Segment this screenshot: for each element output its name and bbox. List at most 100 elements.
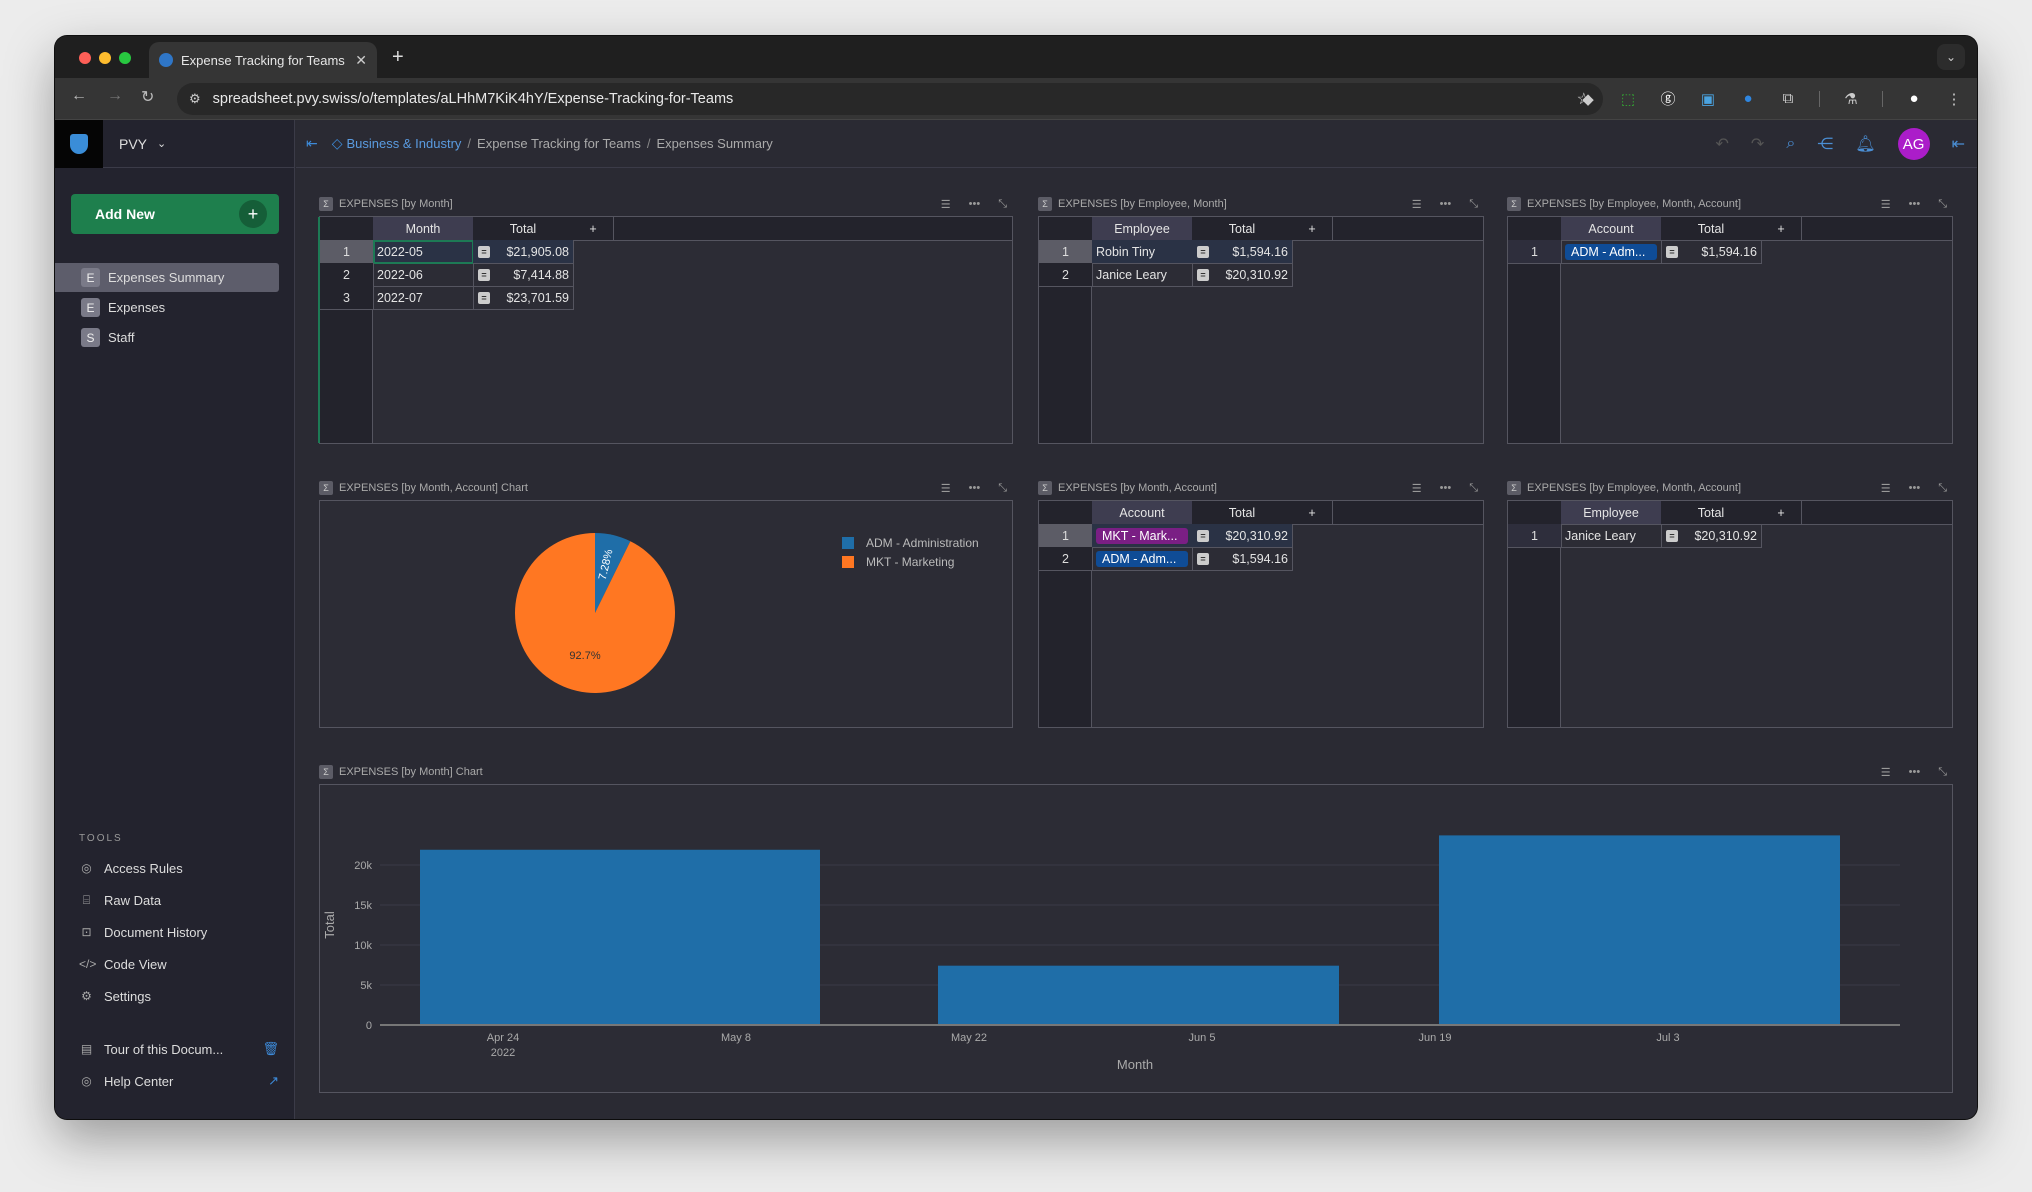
expand-icon[interactable]: ⤡ — [998, 482, 1007, 495]
row-number[interactable]: 1 — [1039, 524, 1093, 548]
cell-total[interactable]: = $1,594.16 — [1192, 240, 1293, 264]
help-center-link[interactable]: ◎ Help Center ↗ — [79, 1065, 279, 1097]
new-tab-button[interactable]: + — [392, 46, 404, 69]
page-item-expenses-summary[interactable]: E Expenses Summary — [55, 263, 279, 292]
column-header-employee[interactable]: Employee — [1561, 501, 1662, 525]
reload-icon[interactable]: ↻ — [141, 87, 154, 107]
cell-total[interactable]: = $20,310.92 — [1192, 263, 1293, 287]
cell-employee[interactable]: Janice Leary — [1561, 524, 1662, 548]
row-number[interactable]: 2 — [1039, 263, 1093, 287]
add-column-button[interactable]: + — [1761, 501, 1802, 525]
row-number[interactable]: 1 — [1508, 240, 1562, 264]
cell-account[interactable]: ADM - Adm... — [1092, 547, 1193, 571]
page-item-expenses[interactable]: E Expenses — [55, 293, 279, 322]
add-new-button[interactable]: Add New + — [71, 194, 279, 234]
add-column-button[interactable]: + — [1292, 501, 1333, 525]
cell-employee[interactable]: Janice Leary — [1092, 263, 1193, 287]
avatar[interactable]: AG — [1897, 128, 1930, 160]
profile-icon[interactable]: ● — [1905, 90, 1923, 107]
close-window-button[interactable] — [79, 52, 91, 64]
sort-filter-icon[interactable]: ☰ — [1412, 482, 1422, 495]
address-bar[interactable]: ⚙ spreadsheet.pvy.swiss/o/templates/aLHh… — [177, 83, 1603, 115]
tab-search-button[interactable]: ⌄ — [1937, 44, 1965, 70]
corner-cell[interactable] — [1508, 501, 1562, 525]
extension-diamond-icon[interactable]: ◆ — [1579, 90, 1597, 108]
expand-icon[interactable]: ⤡ — [1938, 482, 1947, 495]
extension-camera-icon[interactable]: ▣ — [1699, 90, 1717, 108]
org-switcher[interactable]: PVY ⌄ — [119, 136, 166, 152]
cell-total[interactable]: = $1,594.16 — [1661, 240, 1762, 264]
column-header-employee[interactable]: Employee — [1092, 217, 1193, 241]
close-tab-icon[interactable]: ✕ — [355, 52, 367, 69]
tool-code-view[interactable]: </> Code View — [79, 948, 279, 980]
row-number[interactable]: 2 — [320, 263, 374, 287]
add-column-button[interactable]: + — [1761, 217, 1802, 241]
extension-screenshot-icon[interactable]: ⬚ — [1619, 90, 1637, 108]
tool-raw-data[interactable]: ⌸ Raw Data — [79, 884, 279, 916]
page-item-staff[interactable]: S Staff — [55, 323, 279, 352]
cell-month[interactable]: 2022-07 — [373, 286, 474, 310]
column-header-total[interactable]: Total — [1192, 217, 1293, 241]
back-icon[interactable]: ← — [71, 87, 87, 105]
trash-icon[interactable]: 🗑 — [262, 1041, 279, 1057]
row-number[interactable]: 1 — [1508, 524, 1562, 548]
cell-total[interactable]: = $20,310.92 — [1192, 524, 1293, 548]
cell-account[interactable]: MKT - Mark... — [1092, 524, 1193, 548]
cell-account[interactable]: ADM - Adm... — [1561, 240, 1662, 264]
column-header-account[interactable]: Account — [1092, 501, 1193, 525]
table-grid[interactable]: Account Total + 1 MKT - Mark... = $20,310… — [1038, 500, 1484, 728]
search-icon[interactable]: ⌕ — [1786, 135, 1795, 153]
collapse-right-panel-icon[interactable]: ⇤ — [1952, 134, 1965, 154]
corner-cell[interactable] — [1039, 501, 1093, 525]
row-number[interactable]: 1 — [1039, 240, 1093, 264]
breadcrumb-document[interactable]: Expense Tracking for Teams — [477, 136, 641, 151]
more-options-icon[interactable]: ••• — [1909, 766, 1921, 779]
more-options-icon[interactable]: ••• — [1909, 198, 1921, 211]
browser-menu-icon[interactable]: ⋮ — [1945, 90, 1963, 108]
expand-icon[interactable]: ⤡ — [1938, 766, 1947, 779]
sort-filter-icon[interactable]: ☰ — [941, 482, 951, 495]
labs-flask-icon[interactable]: ⚗ — [1842, 90, 1860, 108]
sort-filter-icon[interactable]: ☰ — [941, 198, 951, 211]
corner-cell[interactable] — [1508, 217, 1562, 241]
tool-settings[interactable]: ⚙ Settings — [79, 980, 279, 1012]
undo-icon[interactable]: ↶ — [1716, 134, 1729, 154]
row-number[interactable]: 2 — [1039, 547, 1093, 571]
expand-icon[interactable]: ⤡ — [1469, 198, 1478, 211]
tour-link[interactable]: ▤ Tour of this Docum... 🗑 — [79, 1033, 279, 1065]
sort-filter-icon[interactable]: ☰ — [1412, 198, 1422, 211]
cell-employee[interactable]: Robin Tiny — [1092, 240, 1193, 264]
corner-cell[interactable] — [1039, 217, 1093, 241]
more-options-icon[interactable]: ••• — [969, 198, 981, 211]
corner-cell[interactable] — [320, 217, 374, 241]
extension-circle-icon[interactable]: ● — [1739, 90, 1757, 107]
more-options-icon[interactable]: ••• — [969, 482, 981, 495]
expand-icon[interactable]: ⤡ — [998, 198, 1007, 211]
cell-total[interactable]: = $1,594.16 — [1192, 547, 1293, 571]
column-header-total[interactable]: Total — [1661, 217, 1762, 241]
more-options-icon[interactable]: ••• — [1909, 482, 1921, 495]
cell-month[interactable]: 2022-05 — [373, 240, 474, 264]
extension-g-icon[interactable]: ⓖ — [1659, 88, 1677, 109]
sort-filter-icon[interactable]: ☰ — [1881, 766, 1891, 779]
extensions-puzzle-icon[interactable]: ⧉ — [1779, 90, 1797, 107]
table-grid[interactable]: Month Total + 1 2022-05 = $21,905.08 2 20… — [318, 216, 1013, 444]
url-text[interactable]: spreadsheet.pvy.swiss/o/templates/aLHhM7… — [213, 91, 1565, 107]
table-grid[interactable]: Account Total + 1 ADM - Adm... = $1,594.1… — [1507, 216, 1953, 444]
more-options-icon[interactable]: ••• — [1440, 198, 1452, 211]
maximize-window-button[interactable] — [119, 52, 131, 64]
sort-filter-icon[interactable]: ☰ — [1881, 482, 1891, 495]
share-icon[interactable]: ⋲ — [1817, 134, 1833, 154]
browser-tab[interactable]: Expense Tracking for Teams - ✕ — [149, 42, 377, 78]
collapse-sidebar-icon[interactable]: ⇤ — [306, 135, 318, 152]
table-grid[interactable]: Employee Total + 1 Janice Leary = $20,310… — [1507, 500, 1953, 728]
logo[interactable] — [55, 119, 103, 168]
expand-icon[interactable]: ⤡ — [1469, 482, 1478, 495]
external-link-icon[interactable]: ↗ — [268, 1073, 279, 1089]
column-header-total[interactable]: Total — [1192, 501, 1293, 525]
column-header-month[interactable]: Month — [373, 217, 474, 241]
row-number[interactable]: 3 — [320, 286, 374, 310]
more-options-icon[interactable]: ••• — [1440, 482, 1452, 495]
tool-document-history[interactable]: ⊡ Document History — [79, 916, 279, 948]
expand-icon[interactable]: ⤡ — [1938, 198, 1947, 211]
